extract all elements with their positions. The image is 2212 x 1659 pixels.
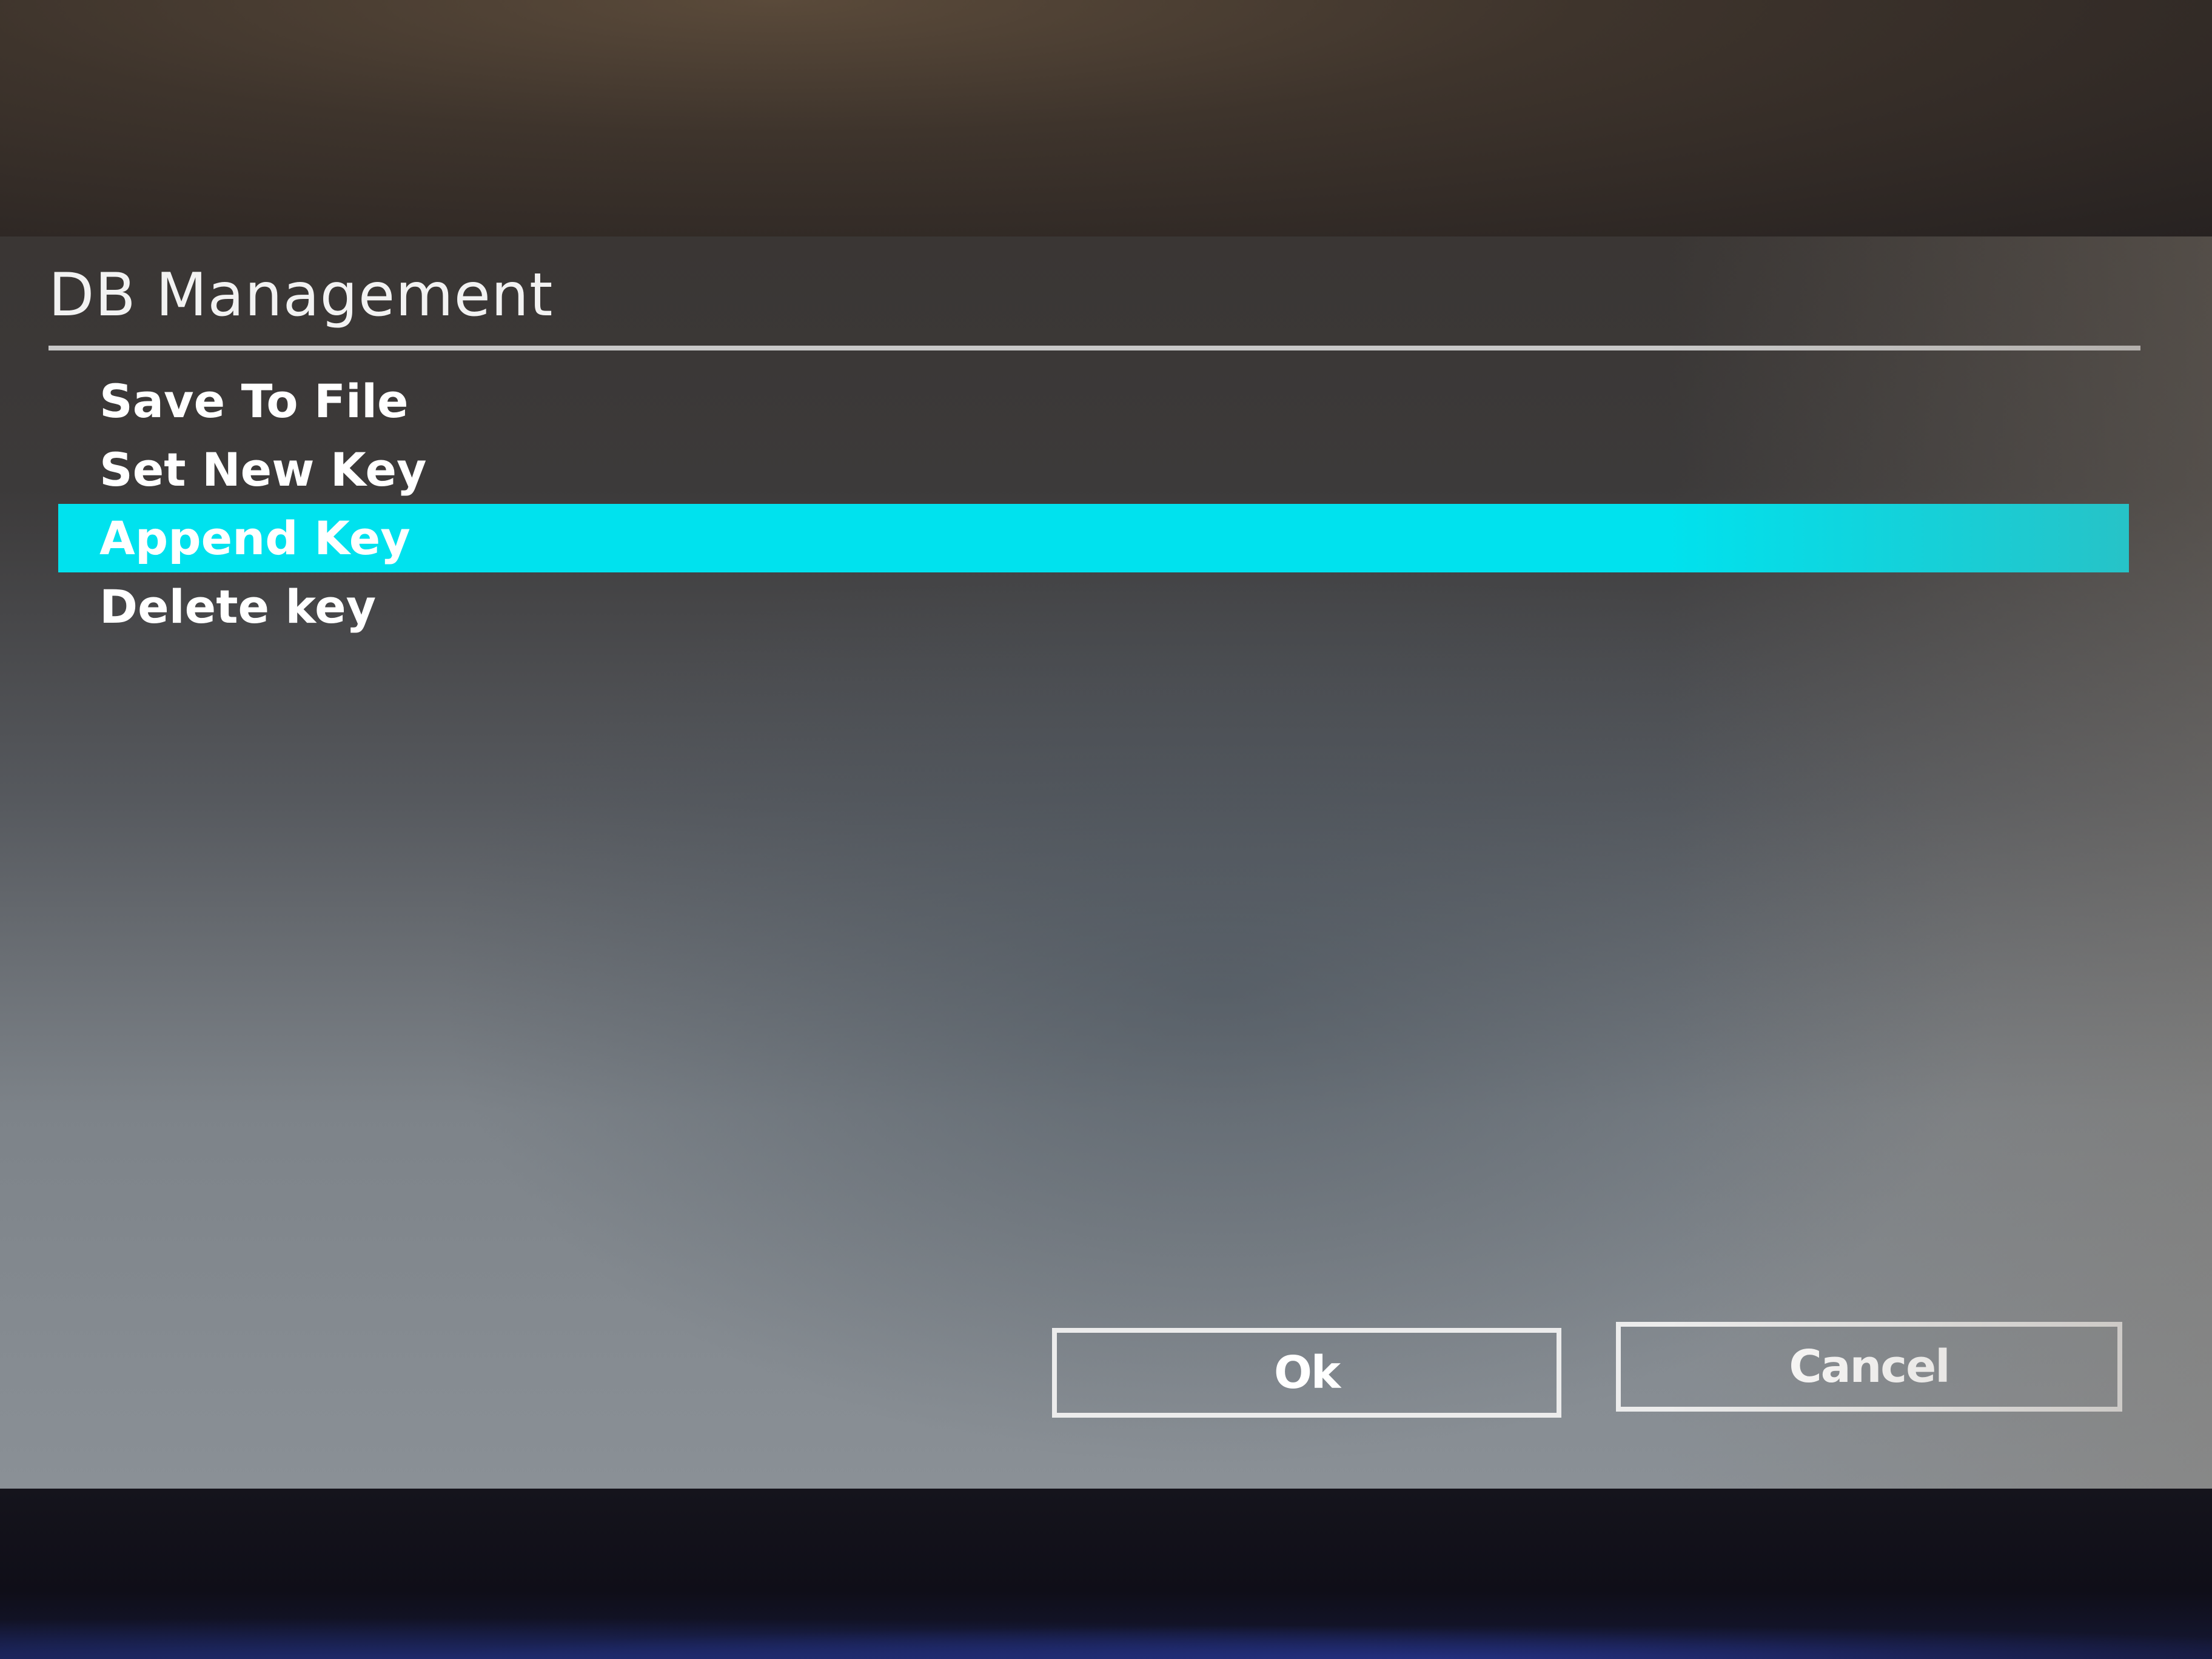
title-divider — [49, 346, 2140, 350]
cancel-button[interactable]: Cancel — [1616, 1322, 2122, 1412]
screen-bottom-background — [0, 1489, 2212, 1659]
menu-item-set-new-key[interactable]: Set New Key — [58, 435, 2129, 504]
menu-item-save-to-file[interactable]: Save To File — [58, 367, 2129, 435]
screen-top-background — [0, 0, 2212, 236]
db-management-dialog: DB Management Save To File Set New Key A… — [0, 236, 2212, 1489]
ok-button[interactable]: Ok — [1052, 1328, 1561, 1418]
dialog-title: DB Management — [49, 261, 554, 330]
menu-item-delete-key[interactable]: Delete key — [58, 572, 2129, 641]
menu-item-append-key[interactable]: Append Key — [58, 504, 2129, 572]
bottom-glow — [0, 1610, 2212, 1659]
menu-list: Save To File Set New Key Append Key Dele… — [58, 367, 2129, 641]
